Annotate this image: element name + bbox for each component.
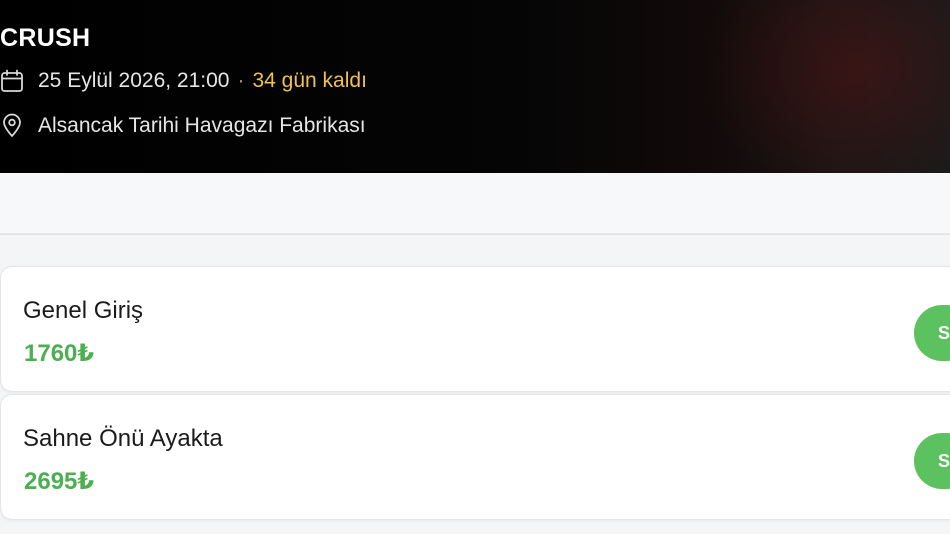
calendar-icon	[1, 69, 23, 92]
event-venue[interactable]: Alsancak Tarihi Havagazı Fabrikası	[38, 114, 366, 138]
ticket-price: 2695₺	[24, 468, 95, 495]
ticket-card[interactable]: Sahne Önü Ayakta 2695₺ S	[0, 394, 950, 520]
countdown-label: 34 gün kaldı	[252, 69, 367, 92]
hero-background-image	[700, 0, 950, 173]
event-venue-row: Alsancak Tarihi Havagazı Fabrikası	[0, 113, 366, 139]
event-hero-banner: CRUSH 25 Eylül 2026, 21:00 · 34 gün kald…	[0, 0, 950, 173]
meta-separator: ·	[237, 69, 245, 92]
event-title: CRUSH	[0, 24, 91, 52]
select-ticket-button[interactable]: S	[914, 305, 950, 361]
section-divider-band	[0, 173, 950, 235]
ticket-price: 1760₺	[24, 340, 95, 367]
event-date: 25 Eylül 2026, 21:00	[38, 69, 230, 92]
select-ticket-button[interactable]: S	[914, 433, 950, 489]
ticket-name: Sahne Önü Ayakta	[23, 425, 223, 452]
ticket-card[interactable]: Genel Giriş 1760₺ S	[0, 266, 950, 392]
event-date-row: 25 Eylül 2026, 21:00 · 34 gün kaldı	[0, 68, 367, 94]
location-pin-icon	[3, 113, 21, 137]
ticket-name: Genel Giriş	[23, 297, 144, 324]
